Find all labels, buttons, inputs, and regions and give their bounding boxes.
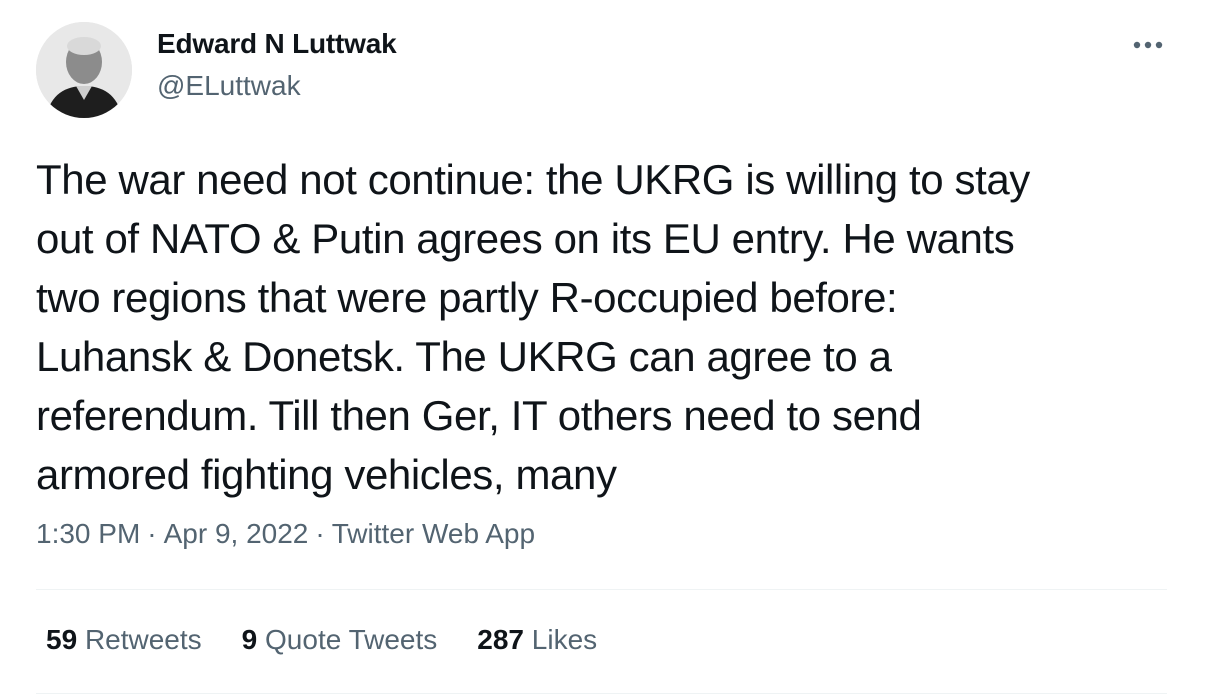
quote-tweets-stat[interactable]: 9 Quote Tweets <box>242 624 438 656</box>
tweet-card: Edward N Luttwak @ELuttwak The war need … <box>0 0 1218 696</box>
tweet-text: The war need not continue: the UKRG is w… <box>36 150 1176 504</box>
tweet-metadata: 1:30 PM · Apr 9, 2022 · Twitter Web App <box>36 518 535 550</box>
author-name[interactable]: Edward N Luttwak <box>157 28 397 60</box>
divider <box>36 589 1167 590</box>
tweet-source[interactable]: Twitter Web App <box>332 518 535 549</box>
tweet-text-line: out of NATO & Putin agrees on its EU ent… <box>36 215 1015 262</box>
retweets-count: 59 <box>46 624 78 655</box>
separator-dot: · <box>315 518 325 549</box>
retweets-stat[interactable]: 59 Retweets <box>46 624 202 656</box>
quote-tweets-label: Quote Tweets <box>265 624 438 655</box>
quote-tweets-count: 9 <box>241 624 258 655</box>
separator-dot: · <box>147 518 157 549</box>
likes-count: 287 <box>477 624 524 655</box>
likes-stat[interactable]: 287 Likes <box>477 624 597 656</box>
tweet-text-line: The war need not continue: the UKRG is w… <box>36 156 1030 203</box>
tweet-timestamp-date[interactable]: Apr 9, 2022 <box>164 518 309 549</box>
tweet-text-line: Luhansk & Donetsk. The UKRG can agree to… <box>36 333 892 380</box>
more-horizontal-icon <box>1133 41 1163 49</box>
retweets-label: Retweets <box>84 624 202 655</box>
likes-label: Likes <box>531 624 598 655</box>
tweet-timestamp-time[interactable]: 1:30 PM <box>36 518 140 549</box>
tweet-text-line: armored fighting vehicles, many <box>36 451 617 498</box>
tweet-text-line: referendum. Till then Ger, IT others nee… <box>36 392 922 439</box>
divider <box>36 693 1167 694</box>
avatar[interactable] <box>36 22 132 118</box>
engagement-stats: 59 Retweets 9 Quote Tweets 287 Likes <box>46 624 637 656</box>
author-handle[interactable]: @ELuttwak <box>157 70 301 102</box>
avatar-photo <box>36 22 132 118</box>
tweet-text-line: two regions that were partly R-occupied … <box>36 274 898 321</box>
more-options-button[interactable] <box>1128 30 1168 60</box>
